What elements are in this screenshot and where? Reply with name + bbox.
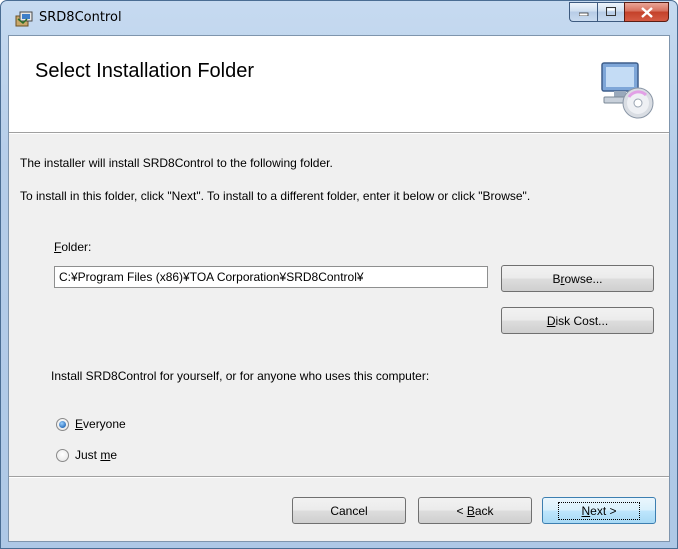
dialog-client-area: Select Installation Folder The installer…	[8, 35, 670, 542]
radio-button-unselected[interactable]	[56, 448, 69, 462]
folder-label: Folder:	[54, 240, 91, 254]
disk-cost-button[interactable]: Disk Cost...	[501, 307, 654, 334]
back-label: < Back	[456, 504, 493, 518]
install-scope-prompt: Install SRD8Control for yourself, or for…	[51, 369, 430, 383]
browse-button[interactable]: Browse...	[501, 265, 654, 292]
radio-everyone-post: veryone	[83, 417, 126, 431]
radio-just-me-post: e	[110, 448, 118, 462]
maximize-button[interactable]	[597, 2, 624, 22]
cancel-button[interactable]: Cancel	[292, 497, 406, 524]
close-icon	[640, 6, 653, 18]
page-title: Select Installation Folder	[35, 60, 255, 82]
next-label-accel: N	[581, 503, 591, 518]
next-label-post: ext >	[590, 503, 617, 518]
banner-divider	[9, 133, 669, 134]
folder-path-input[interactable]	[54, 266, 488, 288]
back-label-pre: <	[456, 503, 467, 518]
browse-label-pre: B	[552, 271, 561, 286]
minimize-button[interactable]	[569, 2, 597, 22]
back-label-post: ack	[474, 503, 494, 518]
folder-label-text: older:	[61, 240, 92, 254]
installer-icon	[15, 11, 33, 27]
radio-everyone[interactable]: Everyone	[56, 417, 126, 431]
radio-dot	[59, 420, 66, 428]
caption-buttons	[569, 2, 669, 22]
header-banner: Select Installation Folder	[9, 36, 669, 133]
radio-just-me[interactable]: Just me	[56, 448, 117, 462]
back-button[interactable]: < Back	[418, 497, 532, 524]
cancel-label: Cancel	[330, 503, 368, 518]
radio-just-me-pre: Just	[75, 448, 101, 462]
window-title: SRD8Control	[39, 10, 122, 25]
radio-button-selected[interactable]	[56, 417, 69, 431]
installer-window: SRD8Control Select Installation Folder T…	[0, 0, 678, 549]
radio-just-me-accel: m	[100, 448, 111, 462]
close-button[interactable]	[624, 2, 669, 22]
back-label-accel: B	[466, 503, 475, 518]
computer-cd-icon	[601, 62, 654, 119]
description-line-1: The installer will install SRD8Control t…	[20, 156, 333, 170]
radio-just-me-label: Just me	[75, 448, 117, 462]
disk-cost-label-post: isk Cost...	[555, 313, 609, 328]
maximize-icon	[605, 7, 616, 16]
next-label: Next >	[558, 501, 640, 520]
radio-everyone-accel: E	[75, 417, 84, 431]
disk-cost-label: Disk Cost...	[547, 314, 608, 328]
browse-label: Browse...	[552, 272, 602, 286]
footer-divider-highlight	[9, 477, 669, 478]
radio-everyone-label: Everyone	[75, 417, 126, 431]
next-button[interactable]: Next >	[542, 497, 656, 524]
title-bar[interactable]: SRD8Control	[1, 1, 677, 35]
description-line-2: To install in this folder, click "Next".…	[20, 189, 531, 203]
browse-label-post: owse...	[564, 271, 603, 286]
minimize-icon	[578, 12, 588, 16]
